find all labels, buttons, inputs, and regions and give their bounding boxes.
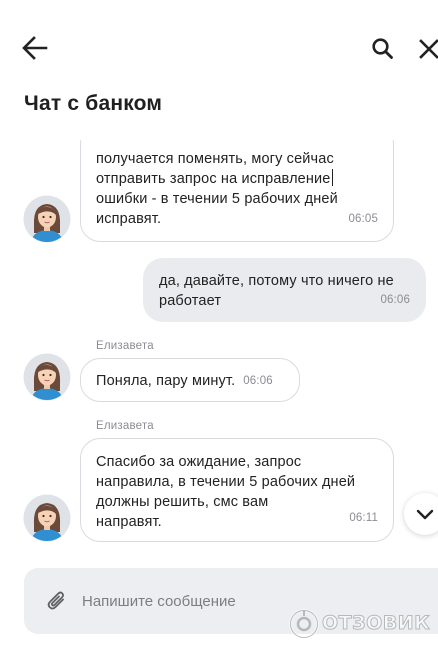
scroll-to-bottom-button[interactable] [404,493,438,535]
message-time: 06:06 [380,294,410,306]
attach-button[interactable] [46,589,68,613]
message-text: Спасибо за ожидание, запрос направила, в… [96,454,356,530]
chevron-down-icon [416,509,434,520]
sender-name: Елизавета [96,340,154,352]
operator-avatar-icon [23,494,71,542]
arrow-left-icon [22,36,48,60]
sender-name: Елизавета [96,420,154,432]
search-icon [372,38,393,59]
operator-avatar-icon [23,195,71,243]
paperclip-icon [47,591,64,610]
message-time: 06:06 [243,375,273,387]
outgoing-message: да, давайте, потому что ничего не работа… [143,258,426,322]
page-title: Чат с банком [24,92,163,115]
watermark-text: ОТЗОВИК [321,612,431,635]
watermark-logo-icon [289,609,319,639]
avatar [23,494,71,542]
close-icon [419,39,438,59]
chat-screen: Чат с банком получается поменять, могу с… [0,0,438,650]
incoming-message: Спасибо за ожидание, запрос направила, в… [80,438,394,542]
message-text: получается поменять, могу сейчас отправи… [96,149,379,229]
incoming-message: получается поменять, могу сейчас отправи… [80,140,394,242]
message-text-part: получается поменять, могу сейчас отправи… [96,151,334,187]
avatar [23,195,71,243]
message-time: 06:05 [348,213,378,225]
close-button[interactable] [416,36,438,62]
search-button[interactable] [370,36,396,62]
back-button[interactable] [20,34,50,62]
message-text: да, давайте, потому что ничего не работа… [159,273,394,309]
avatar [23,353,71,401]
message-time: 06:11 [349,512,378,524]
otzovik-watermark: ОТЗОВИК [288,604,438,644]
message-list[interactable]: получается поменять, могу сейчас отправи… [0,140,438,550]
text-cursor [331,169,333,186]
message-text: Поняла, пару минут. [96,373,236,389]
operator-avatar-icon [23,353,71,401]
top-bar [0,0,438,90]
message-text-part: ошибки - в течении 5 рабочих дней исправ… [96,191,338,227]
incoming-message: Поняла, пару минут. 06:06 [80,358,300,402]
